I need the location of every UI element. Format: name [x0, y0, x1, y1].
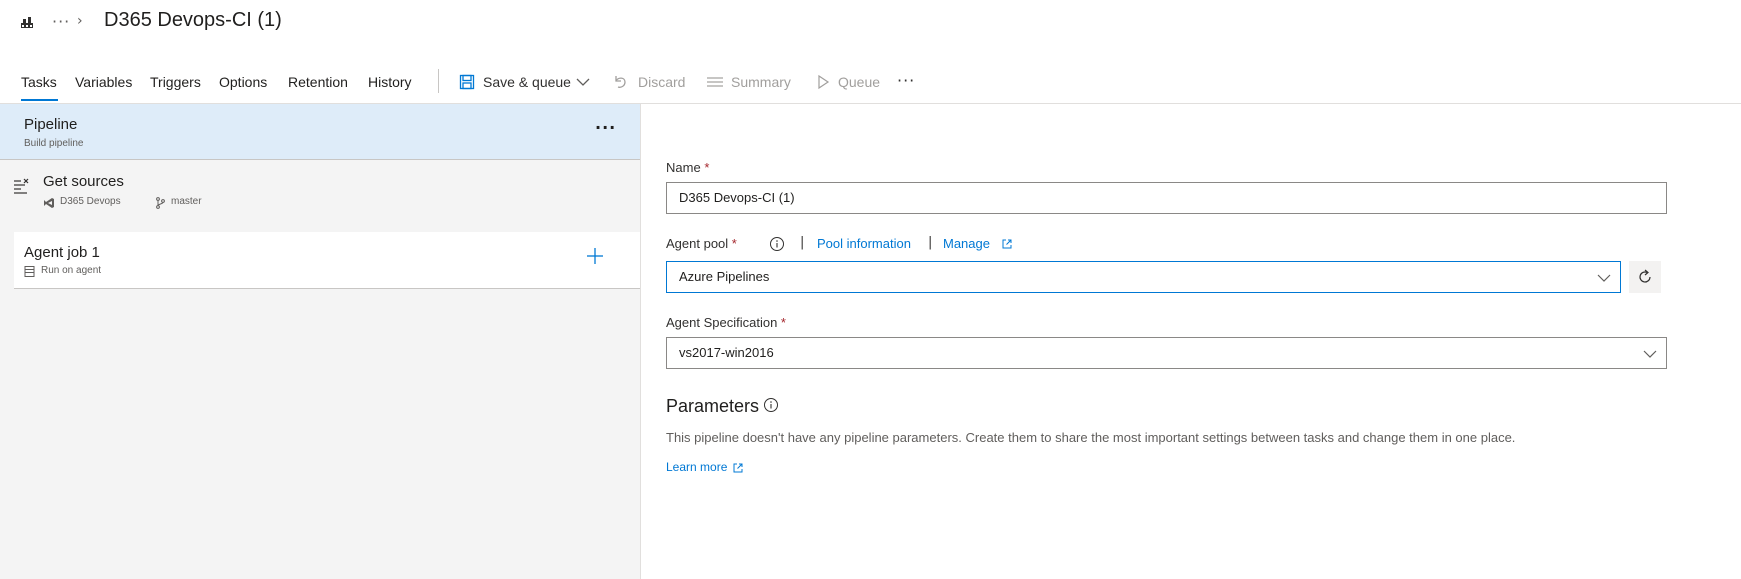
agent-job-item[interactable]: Agent job 1 Run on agent — [14, 232, 640, 289]
active-tab-indicator — [21, 99, 58, 101]
breadcrumb-more-button[interactable]: ··· — [52, 12, 70, 31]
agent-server-icon — [24, 266, 35, 277]
queue-button[interactable]: Queue — [838, 74, 880, 90]
branch-name: master — [171, 196, 202, 207]
toolbar-more-button[interactable]: ··· — [897, 71, 915, 90]
agent-pool-info-icon[interactable] — [769, 236, 785, 252]
agent-specification-value: vs2017-win2016 — [679, 345, 774, 360]
chevron-down-icon — [1597, 274, 1611, 282]
summary-button[interactable]: Summary — [731, 74, 791, 90]
get-sources-item[interactable]: Get sources D365 Devops master — [0, 161, 640, 229]
page-header: ··· › D365 Devops-CI (1) — [0, 0, 1741, 48]
pipeline-title: Pipeline — [24, 116, 78, 133]
parameters-description: This pipeline doesn't have any pipeline … — [666, 430, 1516, 445]
parameters-title: Parameters — [666, 396, 760, 416]
agent-job-subtitle: Run on agent — [41, 265, 102, 276]
link-separator: | — [928, 235, 933, 250]
learn-more-link[interactable]: Learn more — [666, 460, 727, 474]
pipelines-icon[interactable] — [19, 14, 35, 30]
tab-variables[interactable]: Variables — [75, 74, 132, 90]
pipeline-subtitle: Build pipeline — [24, 138, 84, 149]
toolbar-divider — [438, 69, 439, 93]
save-queue-button[interactable]: Save & queue — [483, 74, 571, 90]
agent-pool-label: Agent pool * — [666, 236, 737, 251]
refresh-icon — [1639, 269, 1651, 283]
visual-studio-icon — [44, 198, 54, 208]
page-title: D365 Devops-CI (1) — [104, 9, 282, 31]
tab-bar: Tasks Variables Triggers Options Retenti… — [0, 62, 1741, 104]
external-link-icon — [1002, 239, 1012, 249]
breadcrumb-chevron-icon: › — [77, 13, 83, 29]
name-input[interactable]: D365 Devops-CI (1) — [666, 182, 1667, 214]
agent-job-title: Agent job 1 — [24, 244, 100, 261]
add-task-icon[interactable] — [585, 246, 605, 266]
manage-link[interactable]: Manage — [943, 236, 990, 251]
branch-icon — [156, 197, 165, 209]
repository-name: D365 Devops — [60, 196, 121, 207]
pool-information-link[interactable]: Pool information — [817, 236, 911, 251]
get-sources-icon — [14, 178, 29, 194]
chevron-down-icon — [1643, 350, 1657, 358]
tab-history[interactable]: History — [368, 74, 412, 90]
link-separator: | — [800, 235, 805, 250]
tab-triggers[interactable]: Triggers — [150, 74, 201, 90]
save-icon — [459, 74, 475, 90]
summary-list-icon — [707, 77, 723, 87]
tab-retention[interactable]: Retention — [288, 74, 348, 90]
pipeline-item[interactable]: Pipeline Build pipeline ··· — [0, 104, 640, 160]
play-icon — [818, 74, 830, 90]
undo-icon — [615, 76, 626, 88]
agent-pool-select[interactable]: Azure Pipelines — [666, 261, 1621, 293]
chevron-down-icon[interactable] — [574, 73, 592, 91]
external-link-icon — [733, 463, 743, 473]
agent-pool-value: Azure Pipelines — [679, 269, 770, 284]
refresh-button[interactable] — [1629, 261, 1661, 293]
tab-tasks[interactable]: Tasks — [21, 74, 57, 90]
pipeline-more-button[interactable]: ··· — [595, 118, 616, 137]
name-label: Name * — [666, 160, 710, 175]
parameters-info-icon[interactable] — [763, 397, 779, 413]
discard-button[interactable]: Discard — [638, 74, 685, 90]
agent-specification-select[interactable]: vs2017-win2016 — [666, 337, 1667, 369]
agent-specification-label: Agent Specification * — [666, 315, 786, 330]
tab-options[interactable]: Options — [219, 74, 267, 90]
get-sources-title: Get sources — [43, 173, 124, 190]
pipeline-tree-panel: Pipeline Build pipeline ··· Get sources … — [0, 104, 641, 579]
